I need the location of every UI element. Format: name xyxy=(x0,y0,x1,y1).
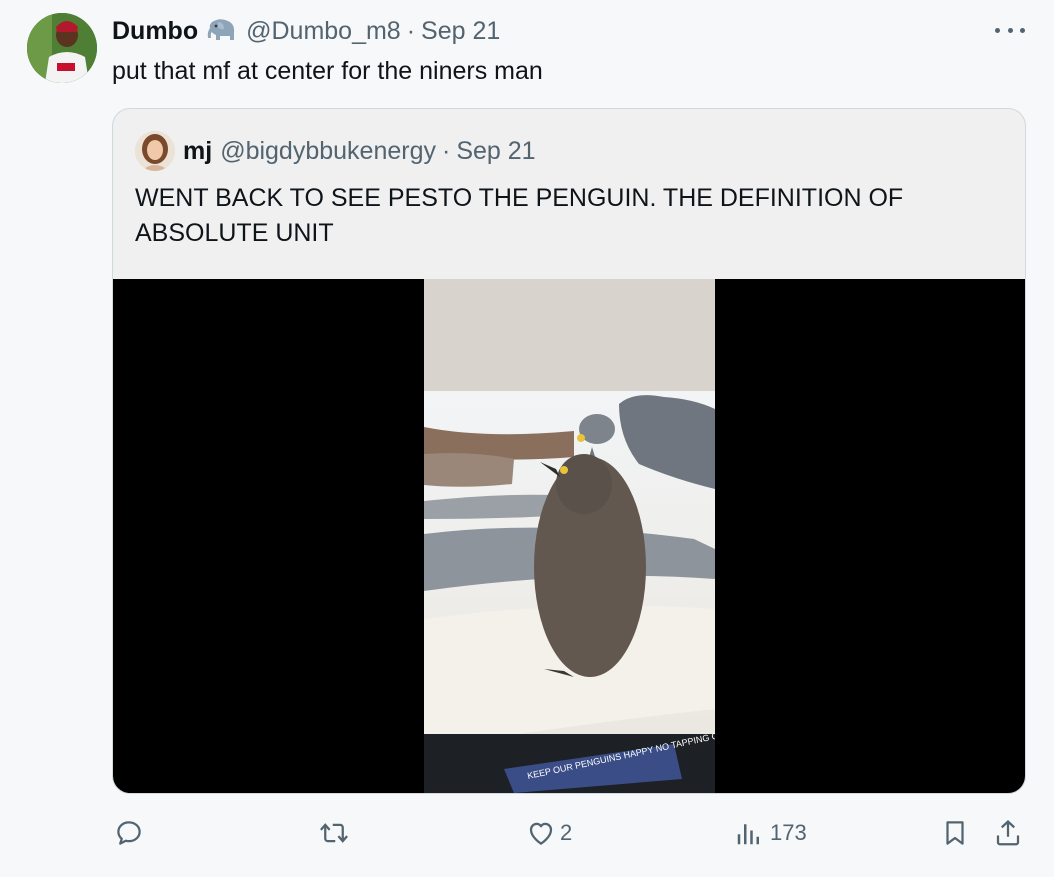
reply-button[interactable] xyxy=(114,810,150,856)
quoted-header: mj @bigdybbukenergy · Sep 21 xyxy=(135,131,536,171)
action-bar: 2 173 xyxy=(0,810,1054,856)
bookmark-icon xyxy=(946,821,964,845)
elephant-icon xyxy=(206,18,238,44)
author-handle[interactable]: @Dumbo_m8 xyxy=(246,17,401,46)
quoted-dot-separator: · xyxy=(441,136,451,165)
quoted-tweet[interactable]: mj @bigdybbukenergy · Sep 21 WENT BACK T… xyxy=(112,108,1026,794)
tweet-header: Dumbo @Dumbo_m8 · Sep 21 xyxy=(112,15,500,47)
quoted-handle[interactable]: @bigdybbukenergy xyxy=(220,137,436,166)
views-icon xyxy=(737,824,759,845)
author-avatar[interactable] xyxy=(27,13,97,83)
share-button[interactable] xyxy=(993,810,1023,856)
tweet-text: put that mf at center for the niners man xyxy=(112,57,543,85)
quoted-text: WENT BACK TO SEE PESTO THE PENGUIN. THE … xyxy=(135,184,904,247)
like-button[interactable]: 2 xyxy=(526,810,572,856)
penguin-video[interactable]: KEEP OUR PENGUINS HAPPY NO TAPPING GLASS xyxy=(424,279,742,793)
retweet-icon xyxy=(320,823,348,843)
retweet-button[interactable] xyxy=(317,810,357,856)
like-count: 2 xyxy=(560,820,573,845)
tweet[interactable]: Dumbo @Dumbo_m8 · Sep 21 put that mf at … xyxy=(0,0,1054,877)
views-button[interactable]: 173 xyxy=(734,810,807,856)
like-icon xyxy=(529,822,553,845)
quoted-author-name[interactable]: mj xyxy=(183,137,212,166)
views-count: 173 xyxy=(770,820,807,845)
quoted-media[interactable]: KEEP OUR PENGUINS HAPPY NO TAPPING GLASS xyxy=(113,279,1025,793)
quoted-date[interactable]: Sep 21 xyxy=(456,137,535,166)
dot-separator: · xyxy=(406,16,416,45)
reply-icon xyxy=(117,821,141,845)
tweet-date[interactable]: Sep 21 xyxy=(421,17,500,46)
author-name[interactable]: Dumbo xyxy=(112,17,198,46)
share-icon xyxy=(996,819,1020,846)
bookmark-button[interactable] xyxy=(940,810,970,856)
quoted-avatar xyxy=(135,131,175,171)
more-icon[interactable] xyxy=(995,18,1025,42)
